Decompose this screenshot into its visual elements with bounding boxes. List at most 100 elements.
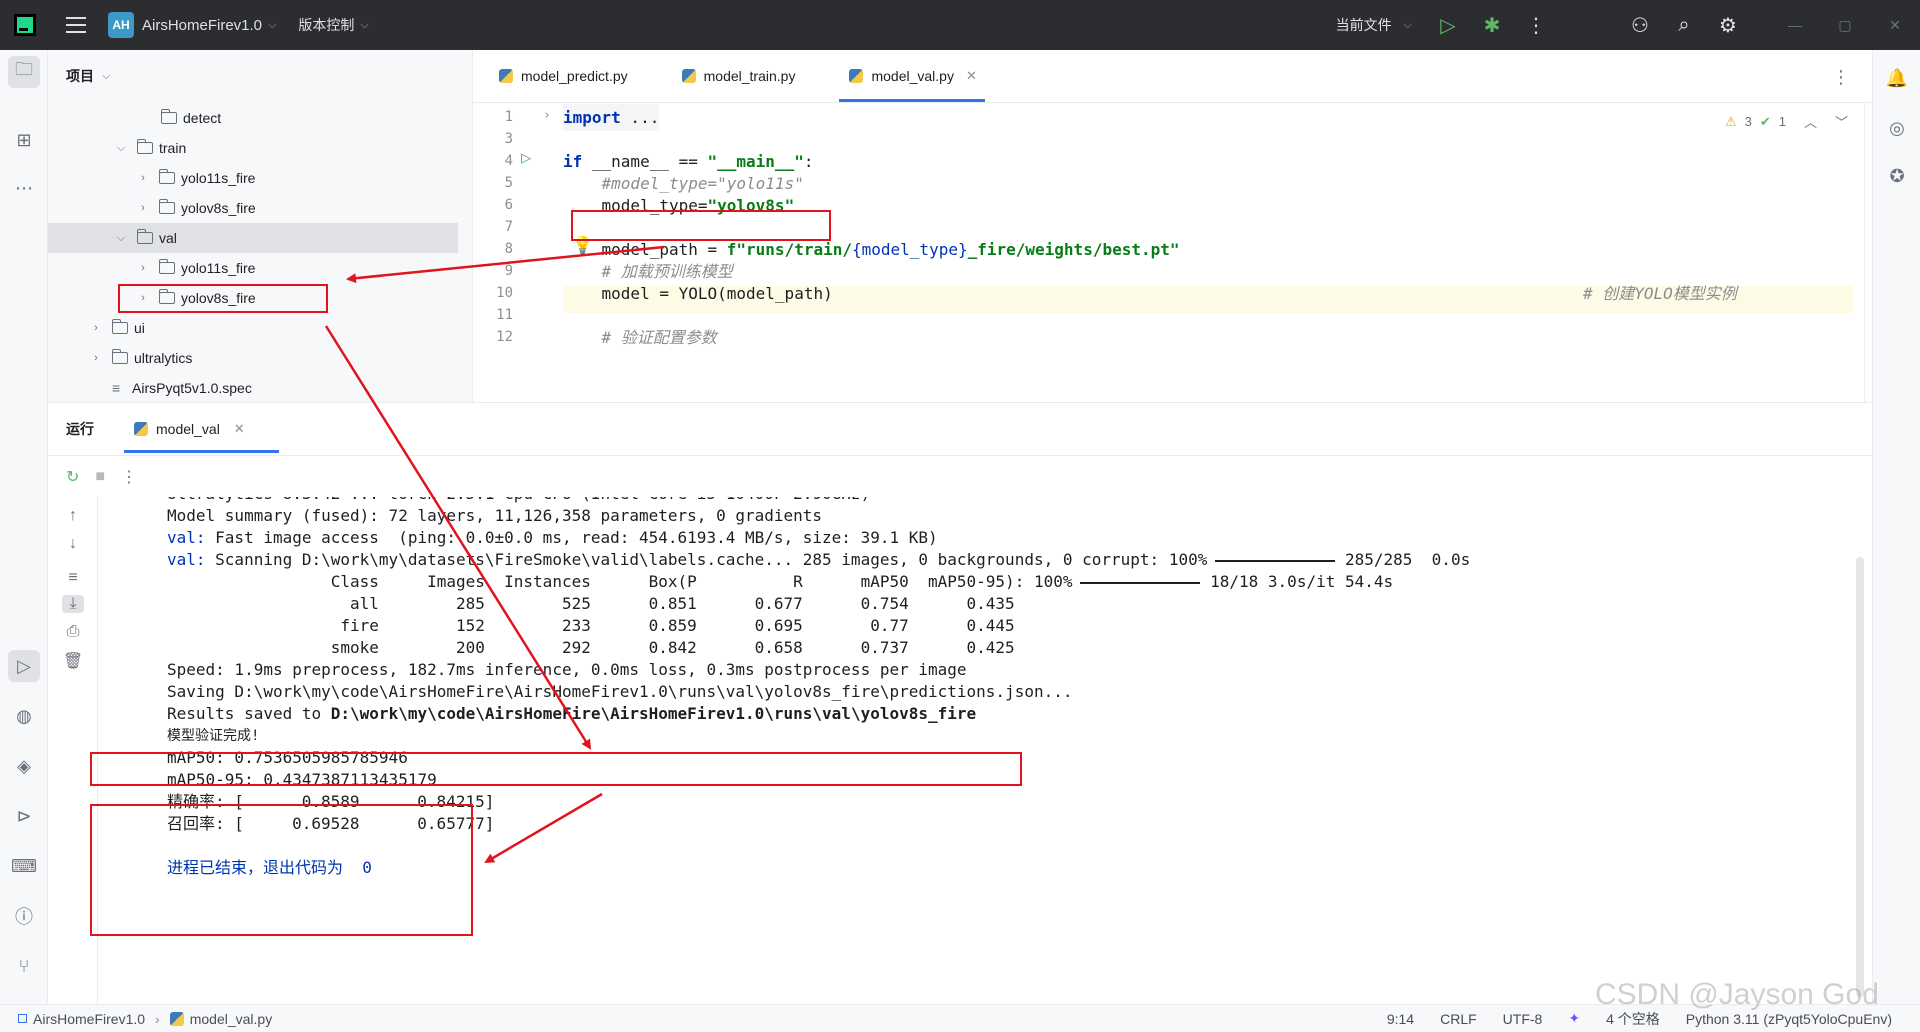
close-icon[interactable]: ✕ xyxy=(234,421,245,437)
tree-item[interactable]: › ultralytics xyxy=(48,343,458,373)
breadcrumb-file[interactable]: model_val.py xyxy=(190,1011,273,1027)
vcs-dropdown[interactable]: 版本控制 xyxy=(298,15,354,35)
tab-model-predict[interactable]: model_predict.py xyxy=(483,49,642,102)
trash-icon[interactable]: 🗑 xyxy=(62,651,84,671)
line-number: 11 xyxy=(496,307,513,323)
close-window-button[interactable]: ✕ xyxy=(1870,17,1920,34)
terminal-icon[interactable]: ⌨ xyxy=(8,850,40,882)
console-scrollbar[interactable] xyxy=(1856,557,1864,997)
chevron-right-icon[interactable]: › xyxy=(90,322,102,334)
run-toolbar: ↻ ■ ⋮ xyxy=(48,455,1872,497)
tree-item[interactable]: ⌵ train xyxy=(48,133,458,163)
project-folder-icon[interactable]: 🗀 xyxy=(8,56,40,88)
add-user-icon[interactable]: ⚇ xyxy=(1618,0,1662,50)
maximize-button[interactable]: ▢ xyxy=(1820,17,1870,34)
run-tool-icon[interactable]: ▷ xyxy=(8,650,40,682)
tab-model-train[interactable]: model_train.py xyxy=(666,49,810,102)
chevron-down-icon[interactable]: ⌵ xyxy=(360,19,368,32)
more-actions-icon[interactable]: ⋮ xyxy=(121,467,137,487)
rerun-icon[interactable]: ↻ xyxy=(66,467,79,487)
minimize-button[interactable]: — xyxy=(1770,17,1820,33)
chevron-right-icon[interactable]: › xyxy=(90,352,102,364)
tree-item[interactable]: › ui xyxy=(48,313,458,343)
console-line: all 285 525 0.851 0.677 0.754 0.435 xyxy=(167,594,1015,613)
ai-status-icon[interactable]: ✦ xyxy=(1568,1010,1580,1027)
tree-item[interactable]: ≡ AirsPyqt5v1.0.spec xyxy=(48,373,458,403)
project-panel-title: 项目 xyxy=(66,68,94,84)
chevron-down-icon[interactable]: ⌵ xyxy=(102,70,110,83)
problems-icon[interactable]: ⓘ xyxy=(8,900,40,932)
tree-item[interactable]: › yolov8s_fire xyxy=(48,193,458,223)
annotation-box-results-saved xyxy=(90,752,1022,786)
copilot-icon[interactable]: ✪ xyxy=(1881,160,1913,192)
layers-icon[interactable]: ◈ xyxy=(8,750,40,782)
line-number: 6 xyxy=(504,197,513,213)
text-file-icon: ≡ xyxy=(112,380,121,396)
services-icon[interactable]: ⊳ xyxy=(8,800,40,832)
scroll-to-end-icon[interactable]: ⤓ xyxy=(62,595,84,613)
notifications-icon[interactable]: 🔔 xyxy=(1881,62,1913,94)
breadcrumb[interactable]: AirsHomeFirev1.0 › model_val.py xyxy=(18,1011,272,1027)
chevron-down-icon[interactable]: ⌵ xyxy=(115,142,127,155)
more-tools-icon[interactable]: ⋯ xyxy=(8,172,40,204)
module-icon xyxy=(18,1014,27,1023)
more-tabs-icon[interactable]: ⋮ xyxy=(1832,67,1850,88)
tree-item-selected[interactable]: ⌵ val xyxy=(48,223,458,253)
tab-run-model-val[interactable]: model_val ✕ xyxy=(124,403,279,455)
python-console-icon[interactable]: ◍ xyxy=(8,700,40,732)
chevron-right-icon[interactable]: › xyxy=(137,262,149,274)
arrow-up-icon[interactable]: ↑ xyxy=(62,507,84,525)
run-icon[interactable]: ▷ xyxy=(1426,0,1470,50)
run-config-dropdown[interactable]: 当前文件 xyxy=(1336,15,1392,35)
chevron-down-icon[interactable]: ⌵ xyxy=(1404,19,1412,32)
folder-icon xyxy=(158,199,175,214)
folder-icon xyxy=(158,169,175,184)
line-number: 5 xyxy=(504,175,513,191)
code-area[interactable]: 1 › 3 4 ▷ 5 6 7 8 💡 9 10 11 12 import ..… xyxy=(473,103,1872,402)
git-icon[interactable]: ⑂ xyxy=(8,950,40,982)
editor-tabs: model_predict.py model_train.py model_va… xyxy=(473,50,1872,103)
line-number: 8 xyxy=(504,241,513,257)
project-name-dropdown[interactable]: AirsHomeFirev1.0 xyxy=(142,17,262,34)
chevron-right-icon[interactable]: › xyxy=(137,172,149,184)
run-panel-title: 运行 xyxy=(66,421,94,437)
gutter: 1 › 3 4 ▷ 5 6 7 8 💡 9 10 11 12 xyxy=(473,103,593,402)
console-line: fire 152 233 0.859 0.695 0.77 0.445 xyxy=(167,616,1015,635)
code-line: # 创建YOLO模型实例 xyxy=(1583,284,1737,303)
folder-icon xyxy=(160,109,177,124)
gear-icon[interactable]: ⚙ xyxy=(1706,0,1750,50)
chevron-down-icon[interactable]: ⌵ xyxy=(115,232,127,245)
line-separator[interactable]: CRLF xyxy=(1440,1011,1477,1027)
project-panel-header[interactable]: 项目 ⌵ xyxy=(48,50,472,102)
python-interpreter[interactable]: Python 3.11 (zPyqt5YoloCpuEnv) xyxy=(1686,1011,1892,1027)
line-number: 9 xyxy=(504,263,513,279)
tree-item[interactable]: detect xyxy=(48,103,458,133)
file-encoding[interactable]: UTF-8 xyxy=(1503,1011,1543,1027)
chevron-right-icon[interactable]: › xyxy=(137,202,149,214)
right-tool-strip: 🔔 ◎ ✪ xyxy=(1872,50,1920,1004)
tab-model-val[interactable]: model_val.py ✕ xyxy=(833,49,990,102)
print-icon[interactable]: ⎙ xyxy=(62,623,84,641)
ai-assistant-icon[interactable]: ◎ xyxy=(1881,112,1913,144)
close-icon[interactable]: ✕ xyxy=(966,68,977,84)
main-menu-icon[interactable] xyxy=(66,17,86,33)
more-actions-icon[interactable]: ⋮ xyxy=(1514,0,1558,50)
soft-wrap-icon[interactable]: ≡ xyxy=(62,569,84,587)
chevron-down-icon[interactable]: ⌵ xyxy=(268,19,276,32)
debug-icon[interactable]: ✱ xyxy=(1470,0,1514,50)
line-number: 1 xyxy=(504,109,513,125)
project-badge[interactable]: AH xyxy=(108,12,134,38)
console-line: val: Scanning D:\work\my\datasets\FireSm… xyxy=(167,550,1471,569)
arrow-down-icon[interactable]: ↓ xyxy=(62,535,84,553)
structure-icon[interactable]: ⊞ xyxy=(8,124,40,156)
caret-position[interactable]: 9:14 xyxy=(1387,1011,1414,1027)
tree-item[interactable]: › yolo11s_fire xyxy=(48,163,458,193)
search-icon[interactable]: ⌕ xyxy=(1662,0,1706,50)
stop-icon[interactable]: ■ xyxy=(95,468,105,486)
breadcrumb-project[interactable]: AirsHomeFirev1.0 xyxy=(33,1011,145,1027)
pycharm-logo-icon[interactable] xyxy=(14,14,36,36)
tree-item[interactable]: › yolo11s_fire xyxy=(48,253,458,283)
fold-icon[interactable]: › xyxy=(543,108,551,123)
run-gutter-icon[interactable]: ▷ xyxy=(521,148,531,168)
progress-bar xyxy=(1215,559,1336,562)
